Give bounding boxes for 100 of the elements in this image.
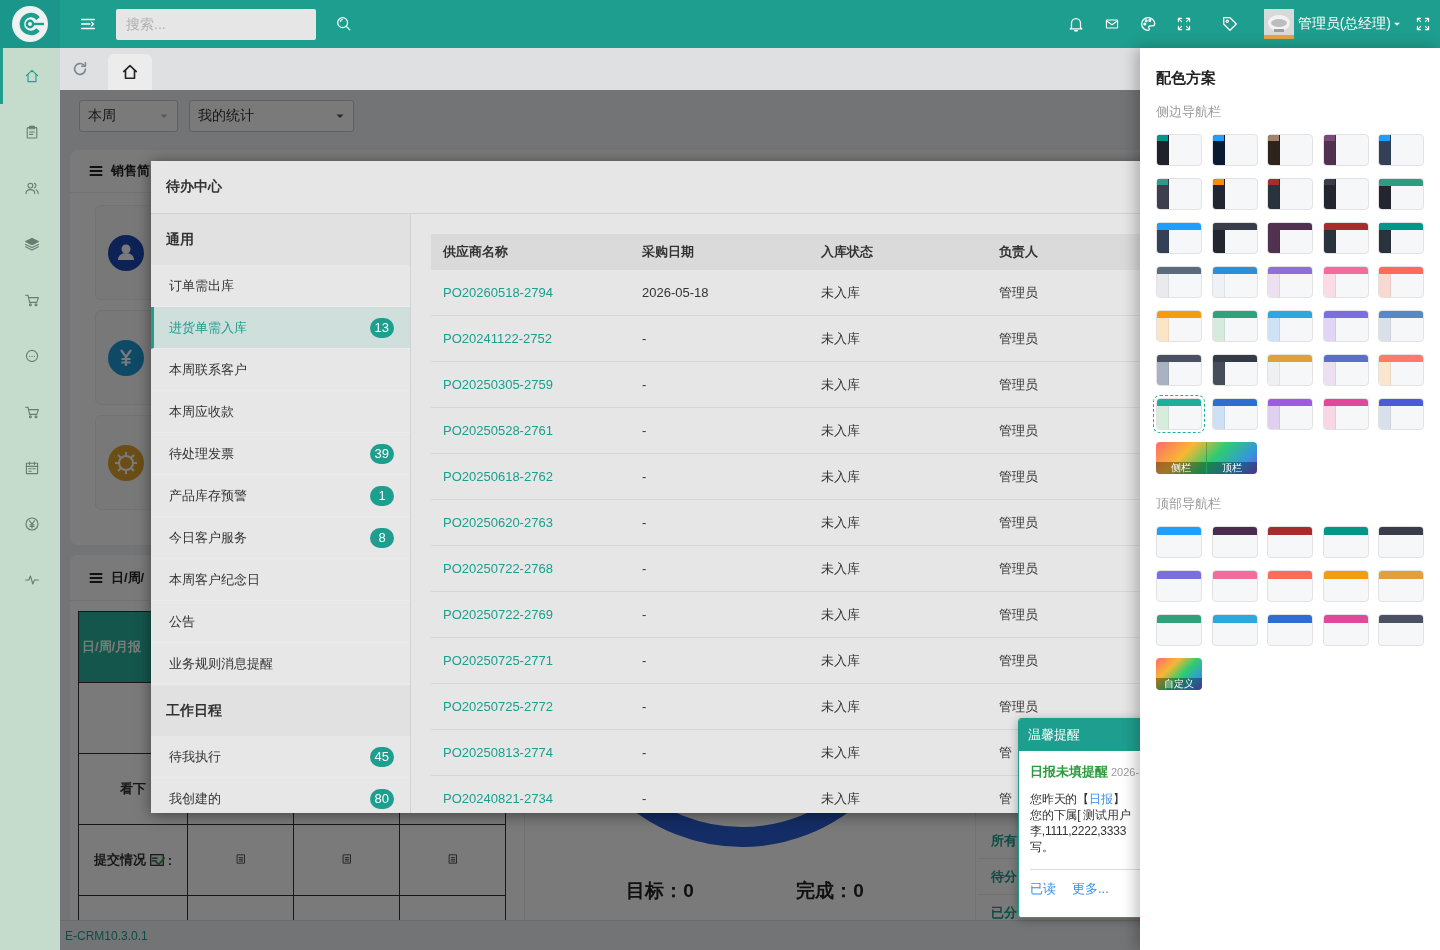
theme-swatch[interactable] xyxy=(1378,354,1424,386)
group-title: 工作日程 xyxy=(166,701,222,720)
theme-swatch[interactable] xyxy=(1267,354,1313,386)
theme-swatch[interactable] xyxy=(1322,526,1369,558)
theme-swatch[interactable] xyxy=(1156,266,1202,298)
theme-swatch[interactable] xyxy=(1322,398,1369,430)
theme-swatch[interactable] xyxy=(1211,266,1258,298)
theme-swatch[interactable] xyxy=(1267,310,1313,342)
theme-swatch[interactable] xyxy=(1267,570,1313,602)
order-link[interactable]: PO20250620-2763 xyxy=(443,515,553,530)
theme-swatch[interactable] xyxy=(1156,570,1202,602)
nav-item[interactable]: 业务规则消息提醒 xyxy=(151,643,410,685)
order-link[interactable]: PO20250528-2761 xyxy=(443,423,553,438)
notice-title: 日报未填提醒 xyxy=(1030,763,1108,781)
filter-select[interactable]: 我的统计 xyxy=(189,100,354,132)
expand-icon[interactable] xyxy=(1175,16,1192,32)
theme-swatch[interactable] xyxy=(1211,354,1258,386)
theme-swatch[interactable] xyxy=(1211,398,1258,430)
table-cell: - xyxy=(642,331,647,346)
theme-swatch[interactable] xyxy=(1378,178,1424,210)
tag-icon[interactable] xyxy=(1220,15,1239,33)
order-link[interactable]: PO20250618-2762 xyxy=(443,469,553,484)
theme-swatch[interactable] xyxy=(1267,178,1313,210)
theme-swatch[interactable] xyxy=(1378,310,1424,342)
theme-swatch[interactable] xyxy=(1156,614,1202,646)
theme-swatch[interactable] xyxy=(1211,134,1258,166)
user-name[interactable]: 管理员(总经理) xyxy=(1297,15,1391,33)
theme-swatch[interactable] xyxy=(1378,398,1424,430)
theme-swatch[interactable] xyxy=(1267,398,1313,430)
theme-swatch[interactable] xyxy=(1267,614,1313,646)
order-link[interactable]: PO20250722-2769 xyxy=(443,607,553,622)
order-link[interactable]: PO20241122-2752 xyxy=(443,331,552,346)
nav-item[interactable]: 进货单需入库 13 xyxy=(151,307,410,349)
nav-item[interactable]: 本周联系客户 xyxy=(151,349,410,391)
fullscreen-icon[interactable] xyxy=(1415,16,1431,32)
nav-item[interactable]: 订单需出库 xyxy=(151,265,410,307)
order-link[interactable]: PO20240821-2734 xyxy=(443,791,553,806)
nav-item[interactable]: 本周客户纪念日 xyxy=(151,559,410,601)
refresh-icon[interactable] xyxy=(71,60,89,78)
theme-swatch[interactable] xyxy=(1322,570,1369,602)
gear-icon xyxy=(108,444,144,481)
nav-item[interactable]: 产品库存预警 1 xyxy=(151,475,410,517)
theme-swatch[interactable] xyxy=(1211,526,1258,558)
nav-item[interactable]: 待我执行 45 xyxy=(151,736,410,778)
report-link[interactable]: 日报 xyxy=(1089,792,1113,806)
theme-swatch[interactable] xyxy=(1156,310,1202,342)
order-link[interactable]: PO20260518-2794 xyxy=(443,285,553,300)
order-link[interactable]: PO20250813-2774 xyxy=(443,745,553,760)
theme-swatch[interactable] xyxy=(1322,354,1369,386)
count-badge: 1 xyxy=(370,485,394,506)
order-link[interactable]: PO20250305-2759 xyxy=(443,377,553,392)
order-link[interactable]: PO20250722-2768 xyxy=(443,561,553,576)
theme-swatch[interactable] xyxy=(1211,570,1258,602)
theme-swatch[interactable] xyxy=(1156,354,1202,386)
nav-item[interactable]: 本周应收款 xyxy=(151,391,410,433)
theme-swatch[interactable] xyxy=(1322,266,1369,298)
theme-swatch[interactable] xyxy=(1267,222,1313,254)
theme-swatch[interactable] xyxy=(1156,178,1202,210)
filter-select[interactable]: 本周 xyxy=(79,100,178,132)
theme-swatch[interactable] xyxy=(1211,310,1258,342)
theme-swatch[interactable] xyxy=(1322,178,1369,210)
custom-theme-button[interactable]: 自定义 xyxy=(1156,658,1202,690)
nav-item[interactable]: 公告 xyxy=(151,601,410,643)
theme-swatch[interactable] xyxy=(1378,222,1424,254)
theme-swatch[interactable] xyxy=(1378,526,1424,558)
order-link[interactable]: PO20250725-2771 xyxy=(443,653,553,668)
search-icon[interactable] xyxy=(335,15,353,33)
nav-item[interactable]: 今日客户服务 8 xyxy=(151,517,410,559)
palette-icon[interactable] xyxy=(1138,15,1157,33)
theme-swatch[interactable] xyxy=(1211,222,1258,254)
theme-swatch[interactable] xyxy=(1378,266,1424,298)
custom-theme-button[interactable]: 侧栏 顶栏 xyxy=(1156,442,1257,474)
nav-item[interactable]: 我创建的 80 xyxy=(151,778,410,813)
order-link[interactable]: PO20250725-2772 xyxy=(443,699,553,714)
theme-swatch[interactable] xyxy=(1267,266,1313,298)
table-cell: - xyxy=(642,653,647,668)
notice-date: 2026- xyxy=(1111,766,1140,778)
theme-swatch[interactable] xyxy=(1211,178,1258,210)
table-cell: 未入库 xyxy=(821,284,860,300)
nav-item[interactable]: 待处理发票 39 xyxy=(151,433,410,475)
theme-swatch[interactable] xyxy=(1267,526,1313,558)
theme-swatch[interactable] xyxy=(1267,134,1313,166)
table-cell: 管理员 xyxy=(999,514,1038,530)
theme-swatch[interactable] xyxy=(1156,526,1202,558)
theme-swatch[interactable] xyxy=(1378,134,1424,166)
action-link[interactable]: 更多... xyxy=(1072,880,1109,898)
theme-swatch[interactable] xyxy=(1156,398,1202,430)
theme-swatch[interactable] xyxy=(1322,222,1369,254)
mail-icon[interactable] xyxy=(1103,16,1120,32)
theme-swatch[interactable] xyxy=(1156,222,1202,254)
action-link[interactable]: 已读 xyxy=(1030,880,1056,898)
theme-swatch[interactable] xyxy=(1322,614,1369,646)
theme-swatch[interactable] xyxy=(1322,134,1369,166)
theme-swatch[interactable] xyxy=(1378,570,1424,602)
theme-swatch[interactable] xyxy=(1211,614,1258,646)
theme-swatch[interactable] xyxy=(1378,614,1424,646)
theme-swatch[interactable] xyxy=(1156,134,1202,166)
home-tab[interactable] xyxy=(108,54,152,90)
theme-swatch[interactable] xyxy=(1322,310,1369,342)
table-cell: 管理员 xyxy=(999,560,1038,576)
